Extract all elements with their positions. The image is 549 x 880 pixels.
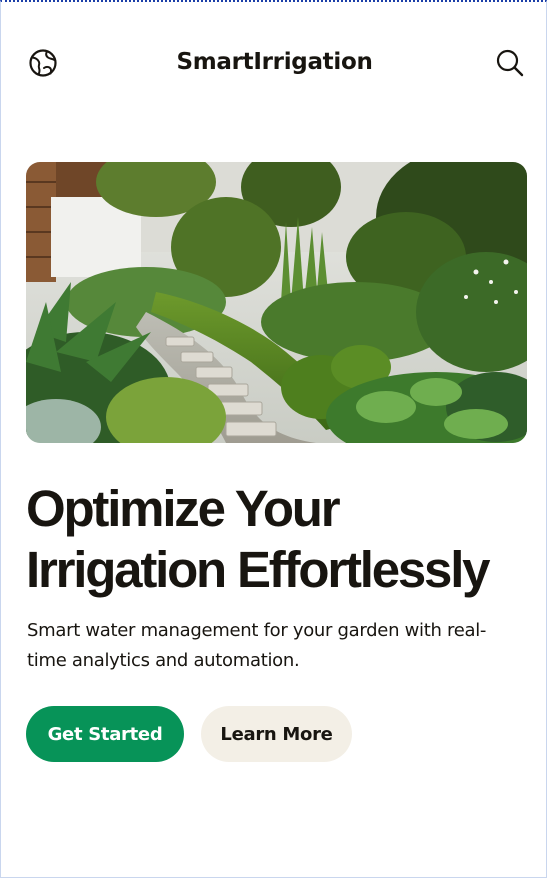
subtitle-line-1: Smart water management for your garden w…	[27, 620, 487, 641]
top-app-bar: SmartIrrigation	[0, 40, 549, 86]
subtitle-line-2: time analytics and automation.	[27, 650, 300, 671]
get-started-button[interactable]: Get Started	[26, 706, 184, 762]
app-title: SmartIrrigation	[176, 49, 373, 75]
hero-subtitle: Smart water management for your garden w…	[27, 616, 527, 676]
search-icon	[496, 49, 524, 77]
headline-line-1: Optimize Your	[26, 480, 341, 537]
search-button[interactable]	[492, 45, 528, 81]
hero-headline: Optimize Your Irrigation Effortlessly	[26, 478, 536, 600]
headline-line-2: Irrigation Effortlessly	[26, 541, 491, 598]
learn-more-button[interactable]: Learn More	[201, 706, 352, 762]
garden-hero-image	[26, 162, 527, 443]
